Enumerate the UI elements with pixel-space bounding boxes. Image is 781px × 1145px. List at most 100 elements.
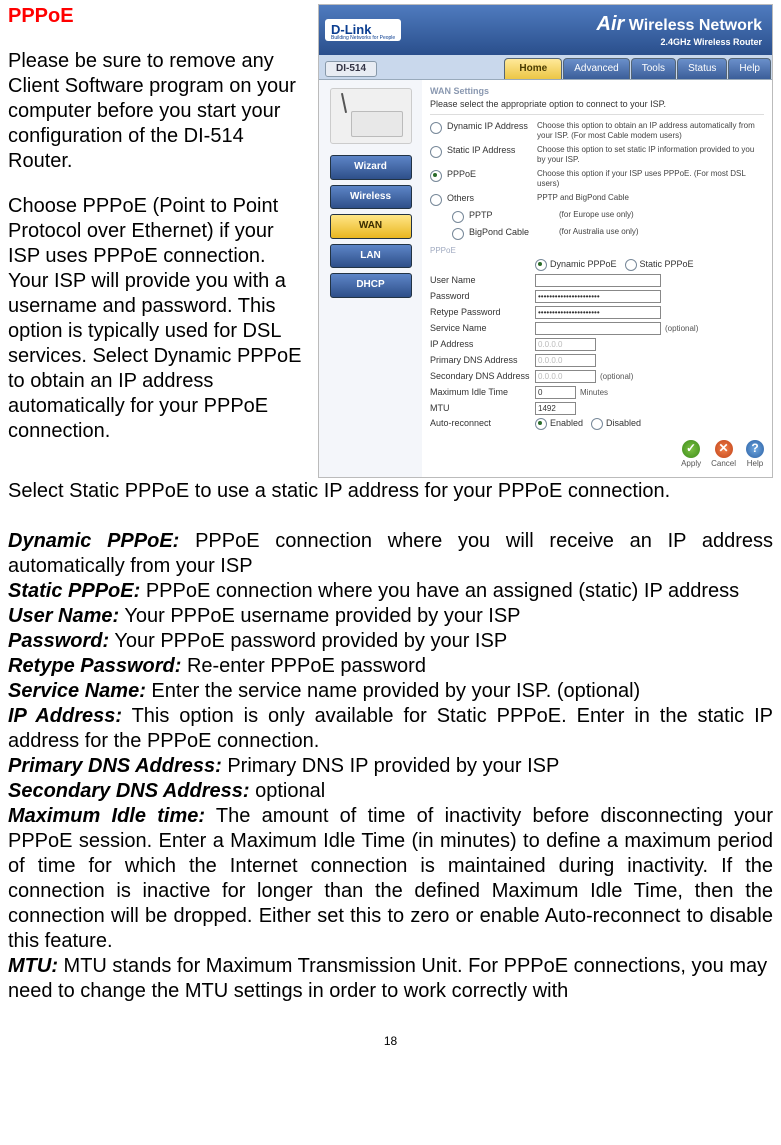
option-pppoe[interactable]: PPPoE Choose this option if your ISP use… — [430, 167, 764, 191]
label-sdns: Secondary DNS Address — [430, 371, 535, 382]
device-image — [330, 88, 412, 144]
def-idle: Maximum Idle time: The amount of time of… — [8, 804, 773, 954]
radio-label: Enabled — [550, 418, 583, 429]
x-icon: ✕ — [715, 440, 733, 458]
def-label: Service Name: — [8, 680, 146, 702]
page-title: PPPoE — [8, 4, 306, 29]
input-pdns[interactable]: 0.0.0.0 — [535, 354, 596, 367]
def-label: Retype Password: — [8, 655, 181, 677]
label-mtu: MTU — [430, 403, 535, 414]
option-dynamic-ip[interactable]: Dynamic IP Address Choose this option to… — [430, 119, 764, 143]
option-desc: (for Europe use only) — [559, 210, 764, 220]
wan-settings-sub: Please select the appropriate option to … — [430, 99, 764, 114]
input-idle[interactable]: 0 — [535, 386, 576, 399]
label-idle: Maximum Idle Time — [430, 387, 535, 398]
def-text: Primary DNS IP provided by your ISP — [222, 755, 560, 777]
apply-button[interactable]: ✓Apply — [681, 440, 701, 469]
def-mtu: MTU: MTU stands for Maximum Transmission… — [8, 954, 773, 1004]
action-label: Apply — [681, 459, 701, 469]
def-retype: Retype Password: Re-enter PPPoE password — [8, 654, 773, 679]
option-others[interactable]: Others PPTP and BigPond Cable — [430, 191, 764, 208]
radio-icon[interactable] — [452, 228, 464, 240]
input-ip[interactable]: 0.0.0.0 — [535, 338, 596, 351]
def-password: Password: Your PPPoE password provided b… — [8, 629, 773, 654]
dlink-logo: D-Link Building Networks for People — [325, 19, 401, 41]
def-text: Your PPPoE username provided by your ISP — [119, 605, 520, 627]
intro-paragraph-3: Select Static PPPoE to use a static IP a… — [8, 479, 773, 504]
sidebar-wireless[interactable]: Wireless — [330, 185, 412, 210]
top-nav: Home Advanced Tools Status Help — [504, 58, 772, 80]
sidebar-dhcp[interactable]: DHCP — [330, 273, 412, 298]
def-text: optional — [250, 780, 326, 802]
option-desc: Choose this option to set static IP info… — [537, 145, 764, 165]
cancel-button[interactable]: ✕Cancel — [711, 440, 736, 469]
def-label: Primary DNS Address: — [8, 755, 222, 777]
option-label: BigPond Cable — [469, 227, 559, 238]
router-header: D-Link Building Networks for People Air … — [319, 5, 772, 55]
radio-icon[interactable] — [430, 170, 442, 182]
option-static-ip[interactable]: Static IP Address Choose this option to … — [430, 143, 764, 167]
input-sdns[interactable]: 0.0.0.0 — [535, 370, 596, 383]
option-bigpond[interactable]: BigPond Cable (for Australia use only) — [430, 225, 764, 242]
help-button[interactable]: ?Help — [746, 440, 764, 469]
sidebar-wan[interactable]: WAN — [330, 214, 412, 239]
def-label: IP Address: — [8, 705, 122, 727]
def-label: MTU: — [8, 955, 58, 977]
def-text: MTU stands for Maximum Transmission Unit… — [8, 955, 767, 1002]
option-desc: Choose this option if your ISP uses PPPo… — [537, 169, 764, 189]
radio-dynamic-pppoe[interactable]: Dynamic PPPoE — [535, 259, 617, 271]
radio-label: Dynamic PPPoE — [550, 259, 617, 270]
def-text: PPPoE connection where you have an assig… — [140, 580, 739, 602]
label-retype: Retype Password — [430, 307, 535, 318]
radio-icon[interactable] — [591, 418, 603, 430]
option-label: PPTP — [469, 210, 559, 221]
router-screenshot: D-Link Building Networks for People Air … — [318, 4, 773, 478]
radio-label: Static PPPoE — [640, 259, 694, 270]
air-subtitle: 2.4GHz Wireless Router — [597, 37, 762, 48]
wan-settings-title: WAN Settings — [430, 84, 764, 99]
radio-icon[interactable] — [430, 122, 442, 134]
intro-paragraph-2: Choose PPPoE (Point to Point Protocol ov… — [8, 194, 306, 444]
input-mtu[interactable]: 1492 — [535, 402, 576, 415]
air-logo: Air Wireless Network 2.4GHz Wireless Rou… — [597, 12, 762, 48]
radio-icon[interactable] — [430, 146, 442, 158]
input-service[interactable] — [535, 322, 661, 335]
tab-help[interactable]: Help — [728, 58, 771, 80]
sidebar-wizard[interactable]: Wizard — [330, 155, 412, 180]
radio-enabled[interactable]: Enabled — [535, 418, 583, 430]
def-text: Your PPPoE password provided by your ISP — [109, 630, 507, 652]
def-service: Service Name: Enter the service name pro… — [8, 679, 773, 704]
input-retype[interactable]: •••••••••••••••••••••• — [535, 306, 661, 319]
radio-icon[interactable] — [625, 259, 637, 271]
model-row: DI-514 Home Advanced Tools Status Help — [319, 55, 772, 80]
radio-disabled[interactable]: Disabled — [591, 418, 641, 430]
tab-home[interactable]: Home — [504, 58, 562, 80]
radio-icon[interactable] — [452, 211, 464, 223]
def-label: Dynamic PPPoE: — [8, 530, 179, 552]
radio-icon[interactable] — [430, 194, 442, 206]
tab-tools[interactable]: Tools — [631, 58, 676, 80]
tab-advanced[interactable]: Advanced — [563, 58, 629, 80]
sidebar: Wizard Wireless WAN LAN DHCP — [319, 80, 422, 477]
hint-optional: (optional) — [665, 324, 698, 334]
input-username[interactable] — [535, 274, 661, 287]
radio-static-pppoe[interactable]: Static PPPoE — [625, 259, 694, 271]
def-text: Re-enter PPPoE password — [181, 655, 426, 677]
def-static-pppoe: Static PPPoE: PPPoE connection where you… — [8, 579, 773, 604]
pppoe-mode-row: Dynamic PPPoE Static PPPoE — [430, 258, 764, 273]
sidebar-lan[interactable]: LAN — [330, 244, 412, 269]
air-word: Air — [597, 13, 625, 35]
option-desc: (for Australia use only) — [559, 227, 764, 237]
pppoe-sect-label: PPPoE — [430, 246, 764, 256]
def-label: User Name: — [8, 605, 119, 627]
radio-icon[interactable] — [535, 259, 547, 271]
action-label: Cancel — [711, 459, 736, 469]
tab-status[interactable]: Status — [677, 58, 727, 80]
auto-reconnect-row: Auto-reconnect Enabled Disabled — [430, 417, 764, 432]
option-pptp[interactable]: PPTP (for Europe use only) — [430, 208, 764, 225]
logo-subtext: Building Networks for People — [331, 36, 395, 41]
def-text: Enter the service name provided by your … — [146, 680, 640, 702]
hint-minutes: Minutes — [580, 388, 608, 398]
input-password[interactable]: •••••••••••••••••••••• — [535, 290, 661, 303]
radio-icon[interactable] — [535, 418, 547, 430]
